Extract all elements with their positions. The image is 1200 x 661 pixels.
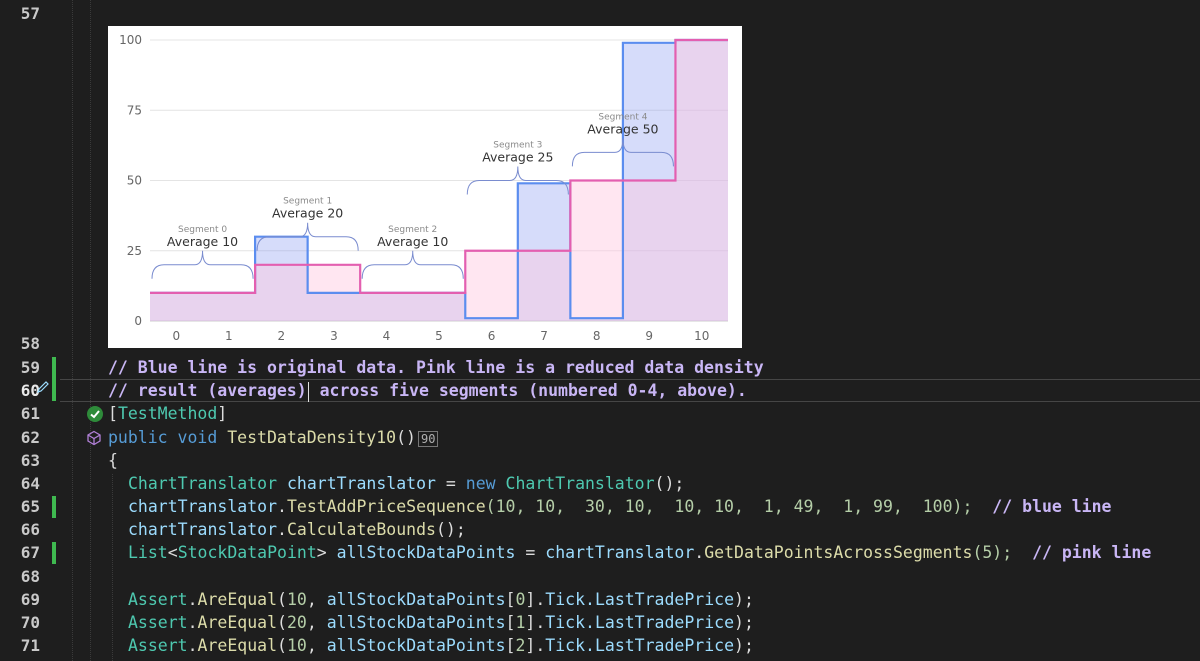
segment-average-label: Average 10 xyxy=(167,234,238,249)
line-number: 63 xyxy=(20,451,40,470)
x-tick-label: 7 xyxy=(540,329,548,343)
indent-guide xyxy=(90,0,91,661)
chart-image: 0 25 50 75 100 0 1 2 3 4 5 6 7 8 9 10 Average 10 Segment … xyxy=(108,26,742,348)
line-number: 64 xyxy=(20,474,40,493)
segment-average-label: Average 50 xyxy=(587,121,658,136)
line-number: 60 xyxy=(20,381,40,400)
code-line[interactable]: Assert.AreEqual(20, allStockDataPoints[1… xyxy=(128,611,754,634)
segment-average-label: Average 20 xyxy=(272,206,343,221)
line-number: 68 xyxy=(20,567,40,586)
y-tick-label: 75 xyxy=(127,103,142,117)
segment-average-label: Average 10 xyxy=(377,234,448,249)
code-line[interactable]: Assert.AreEqual(10, allStockDataPoints[0… xyxy=(128,588,754,611)
x-tick-label: 6 xyxy=(488,329,496,343)
segment-brace xyxy=(151,250,254,279)
y-tick-label: 100 xyxy=(119,33,142,47)
segment-title-label: Segment 0 xyxy=(178,225,227,235)
change-indicator-bar xyxy=(52,496,56,518)
y-tick-label: 25 xyxy=(127,244,142,258)
line-number: 61 xyxy=(20,404,40,423)
x-tick-label: 9 xyxy=(645,329,653,343)
segment-title-label: Segment 2 xyxy=(388,225,437,235)
segment-title-label: Segment 1 xyxy=(283,197,332,207)
x-tick-label: 4 xyxy=(383,329,391,343)
x-tick-label: 8 xyxy=(593,329,601,343)
y-tick-label: 0 xyxy=(134,314,142,328)
line-number: 57 xyxy=(20,4,40,23)
segment-average-label: Average 25 xyxy=(482,150,553,165)
step-line-chart: 02550751000 1 2 3 4 5 6 7 8 9 10Average 10Segment … xyxy=(119,33,728,343)
line-number: 66 xyxy=(20,520,40,539)
x-tick-label: 10 xyxy=(694,329,709,343)
x-tick-label: 5 xyxy=(435,329,443,343)
line-number: 69 xyxy=(20,590,40,609)
line-number: 58 xyxy=(20,334,40,353)
code-line[interactable]: Assert.AreEqual(10, allStockDataPoints[2… xyxy=(128,634,754,657)
x-tick-label: 0 xyxy=(172,329,180,343)
comment-line[interactable]: // Blue line is original data. Pink line… xyxy=(108,356,764,379)
y-tick-label: 50 xyxy=(127,174,142,188)
x-tick-label: 3 xyxy=(330,329,338,343)
segment-title-label: Segment 3 xyxy=(493,141,542,151)
test-method-attribute[interactable]: [TestMethod] xyxy=(108,402,227,425)
line-number: 67 xyxy=(20,543,40,562)
codelens-references-badge[interactable]: 90 xyxy=(418,430,439,447)
change-indicator-bar xyxy=(52,542,56,564)
text-caret xyxy=(307,381,309,402)
x-tick-label: 1 xyxy=(225,329,233,343)
comment-line[interactable]: // result (averages) across five segment… xyxy=(108,379,747,402)
method-signature[interactable]: public void TestDataDensity10() 90 xyxy=(108,426,439,449)
code-line[interactable]: { xyxy=(108,449,118,472)
x-tick-label: 2 xyxy=(278,329,286,343)
segment-title-label: Segment 4 xyxy=(598,112,647,122)
indent-guide xyxy=(112,474,113,661)
line-number-gutter: 57 58 59 60 61 62 63 64 65 66 67 68 69 7… xyxy=(0,0,60,661)
code-line[interactable]: chartTranslator.CalculateBounds(); xyxy=(128,518,466,541)
segment-brace xyxy=(361,250,464,279)
line-number: 71 xyxy=(20,636,40,655)
indent-guide xyxy=(72,0,73,661)
code-line[interactable]: ChartTranslator chartTranslator = new Ch… xyxy=(128,472,684,495)
line-number: 62 xyxy=(20,428,40,447)
edit-pencil-icon[interactable] xyxy=(36,380,50,394)
line-number: 70 xyxy=(20,613,40,632)
line-number: 59 xyxy=(20,358,40,377)
change-indicator-bar xyxy=(52,357,56,401)
code-line[interactable]: List<StockDataPoint> allStockDataPoints … xyxy=(128,541,1151,564)
test-passed-icon[interactable] xyxy=(86,405,104,423)
method-cube-icon xyxy=(87,430,101,446)
code-line[interactable]: chartTranslator.TestAddPriceSequence(10,… xyxy=(128,495,1112,518)
line-number: 65 xyxy=(20,497,40,516)
